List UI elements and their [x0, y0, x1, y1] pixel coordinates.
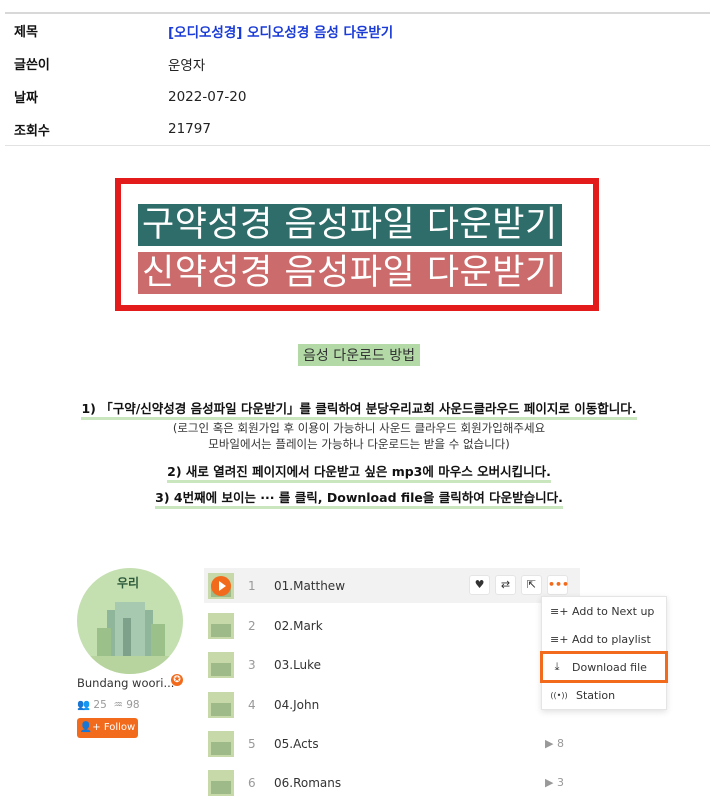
menu-item-station[interactable]: ((•)) Station	[542, 681, 666, 709]
track-artwork	[208, 572, 234, 599]
tracks-count: 98	[126, 699, 140, 711]
instruction-note-2: 모바일에서는 플레이는 가능하나 다운로드는 받을 수 없습니다)	[208, 437, 510, 451]
track-number: 3	[248, 657, 256, 672]
play-count: ▶ 8	[545, 737, 564, 750]
post-title-link[interactable]: [오디오성경] 오디오성경 음성 다운받기	[168, 21, 393, 41]
track-title[interactable]: 02.Mark	[274, 619, 323, 633]
old-testament-download-link[interactable]: 구약성경 음성파일 다운받기	[138, 204, 562, 246]
track-title[interactable]: 06.Romans	[274, 776, 341, 790]
track-row[interactable]: 6 06.Romans ▶ 3	[204, 765, 580, 800]
artist-stats: 👥 25 ♒ 98	[77, 698, 140, 711]
instruction-step-2: 2) 새로 열려진 페이지에서 다운받고 싶은 mp3에 마우스 오버시킵니다.	[0, 461, 718, 483]
more-options-menu: ≡+ Add to Next up ≡+ Add to playlist ⤓ D…	[540, 596, 668, 710]
track-title[interactable]: 01.Matthew	[274, 579, 345, 593]
menu-item-label: Station	[576, 688, 616, 702]
track-number: 1	[248, 578, 256, 593]
more-options-icon[interactable]: •••	[547, 575, 569, 595]
track-number: 6	[248, 775, 256, 790]
info-row-views: 조회수 21797	[5, 113, 710, 146]
track-artwork	[208, 730, 234, 757]
step-2-text: 2) 새로 열려진 페이지에서 다운받고 싶은 mp3에 마우스 오버시킵니다.	[167, 464, 551, 483]
track-title[interactable]: 05.Acts	[274, 737, 319, 751]
menu-item-label: Download file	[572, 660, 647, 674]
add-user-icon: 👤+	[79, 722, 101, 733]
track-number: 5	[248, 736, 256, 751]
artist-name[interactable]: Bundang woori...	[77, 676, 174, 690]
track-artwork	[208, 769, 234, 796]
track-artwork	[208, 651, 234, 678]
repost-icon[interactable]: ⇄	[495, 575, 516, 595]
author-value: 운영자	[168, 57, 206, 74]
instruction-note-1: (로그인 혹은 회원가입 후 이용이 가능하니 사운드 클라우드 회원가입해주세…	[172, 421, 546, 435]
avatar-text: 우리	[117, 576, 140, 590]
add-to-queue-icon: ≡+	[550, 604, 569, 618]
share-icon[interactable]: ⇱	[521, 575, 542, 595]
instructions-title-text: 음성 다운로드 방법	[298, 344, 420, 366]
artist-avatar[interactable]: 우리	[77, 568, 183, 674]
info-label: 조회수	[14, 123, 50, 139]
track-row[interactable]: 5 05.Acts ▶ 8	[204, 726, 580, 761]
play-count: ▶ 3	[545, 776, 564, 789]
track-artwork	[208, 691, 234, 718]
track-title[interactable]: 04.John	[274, 698, 319, 712]
follow-label: Follow	[103, 722, 136, 733]
track-row[interactable]: 1 01.Matthew ♥ ⇄ ⇱ •••	[204, 568, 580, 603]
info-row-title: 제목 [오디오성경] 오디오성경 음성 다운받기	[5, 14, 710, 47]
post-info-table: 제목 [오디오성경] 오디오성경 음성 다운받기 글쓴이 운영자 날짜 2022…	[5, 12, 710, 146]
menu-item-download-file[interactable]: ⤓ Download file	[540, 651, 668, 683]
add-to-playlist-icon: ≡+	[550, 632, 569, 646]
track-row[interactable]: 2 02.Mark	[204, 608, 580, 643]
info-label: 날짜	[14, 91, 38, 106]
menu-item-add-next-up[interactable]: ≡+ Add to Next up	[542, 597, 666, 625]
date-value: 2022-07-20	[168, 88, 247, 105]
download-icon: ⤓	[554, 660, 560, 673]
info-label: 제목	[14, 25, 38, 40]
tracks-icon: ♒	[113, 699, 123, 711]
new-testament-download-link[interactable]: 신약성경 음성파일 다운받기	[138, 252, 562, 294]
like-heart-icon[interactable]: ♥	[469, 575, 490, 595]
menu-item-add-playlist[interactable]: ≡+ Add to playlist	[542, 625, 666, 653]
track-artwork	[208, 612, 234, 639]
station-icon: ((•))	[550, 690, 568, 700]
followers-icon: 👥	[77, 699, 91, 711]
track-row[interactable]: 3 03.Luke	[204, 647, 580, 682]
track-title[interactable]: 03.Luke	[274, 658, 321, 672]
pro-badge-icon: ✪	[171, 674, 183, 686]
views-value: 21797	[168, 121, 211, 137]
info-row-author: 글쓴이 운영자	[5, 47, 710, 80]
step-1-text: 1) 「구약/신약성경 음성파일 다운받기」를 클릭하여 분당우리교회 사운드클…	[81, 401, 637, 420]
menu-item-label: Add to playlist	[572, 632, 651, 646]
step-3-text: 3) 4번째에 보이는 ··· 를 클릭, Download file을 클릭하…	[155, 490, 563, 509]
instructions-title: 음성 다운로드 방법	[0, 344, 718, 366]
play-icon[interactable]	[211, 575, 231, 596]
info-label: 글쓴이	[14, 58, 50, 73]
track-number: 4	[248, 697, 256, 712]
info-row-date: 날짜 2022-07-20	[5, 80, 710, 113]
instruction-step-3: 3) 4번째에 보이는 ··· 를 클릭, Download file을 클릭하…	[0, 487, 718, 509]
menu-item-label: Add to Next up	[572, 604, 655, 618]
download-banner: 구약성경 음성파일 다운받기 신약성경 음성파일 다운받기	[115, 178, 599, 311]
track-row[interactable]: 4 04.John	[204, 687, 580, 722]
follow-button[interactable]: 👤+ Follow	[77, 718, 138, 738]
instruction-step-1: 1) 「구약/신약성경 음성파일 다운받기」를 클릭하여 분당우리교회 사운드클…	[0, 398, 718, 420]
followers-count: 25	[93, 699, 107, 711]
track-actions: ♥ ⇄ ⇱ •••	[469, 575, 569, 595]
track-number: 2	[248, 618, 256, 633]
